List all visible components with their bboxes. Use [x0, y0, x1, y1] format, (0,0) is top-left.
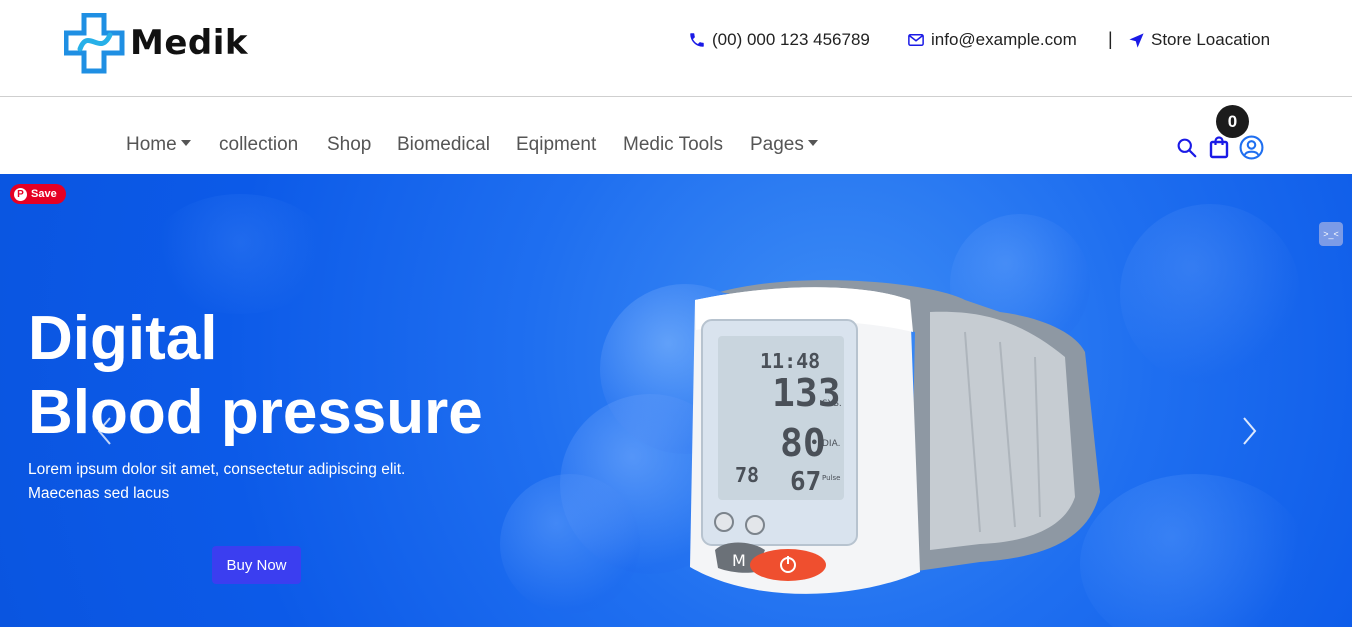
buy-now-button[interactable]: Buy Now: [212, 546, 301, 584]
chevron-down-icon: [807, 139, 818, 146]
chevron-right-icon: [1243, 417, 1257, 445]
shopping-bag-icon: [1209, 136, 1229, 159]
lcd-pulse-label: Pulse: [822, 474, 840, 482]
carousel-next-button[interactable]: [1242, 416, 1258, 451]
nav-pages-label: Pages: [750, 134, 804, 155]
header-phone[interactable]: (00) 000 123 456789: [688, 28, 870, 52]
phone-icon: [690, 33, 704, 47]
mode-button-label: M: [732, 551, 746, 570]
nav-biomedical[interactable]: Biomedical: [397, 134, 490, 156]
logo[interactable]: Medik: [64, 13, 264, 74]
chevron-left-icon: [97, 417, 111, 445]
search-icon: [1177, 138, 1197, 158]
lcd-dia-label: DIA.: [822, 439, 840, 449]
top-header: Medik (00) 000 123 456789 info@example.c…: [0, 0, 1352, 97]
blood-pressure-monitor-image: 11:48 133 SYS. 80 DIA. 78 67 Pulse M: [690, 280, 1100, 594]
lcd-memory: 78: [735, 463, 759, 487]
background-cell: [150, 194, 330, 314]
header-email[interactable]: info@example.com: [907, 28, 1077, 52]
nav-equipment[interactable]: Eqipment: [516, 134, 596, 156]
lcd-dia: 80: [780, 421, 826, 465]
cart-button[interactable]: [1209, 135, 1229, 164]
nav-medic-tools[interactable]: Medic Tools: [623, 134, 723, 156]
pinterest-save-button[interactable]: P Save: [10, 184, 66, 204]
nav-shop[interactable]: Shop: [327, 134, 371, 156]
lcd-pulse: 67: [790, 467, 821, 497]
logo-text: Medik: [130, 23, 248, 63]
medical-cross-logo-icon: [64, 13, 125, 74]
account-button[interactable]: [1239, 135, 1264, 165]
lcd-time: 11:48: [760, 349, 820, 373]
pinterest-icon: P: [14, 187, 27, 201]
lcd-sys-label: SYS.: [822, 399, 842, 409]
store-location-link: Store Loacation: [1151, 30, 1271, 49]
envelope-icon: [908, 34, 924, 46]
email-address: info@example.com: [931, 30, 1077, 49]
nav-collection[interactable]: collection: [219, 134, 298, 156]
chevron-down-icon: [180, 139, 191, 146]
search-button[interactable]: [1176, 137, 1197, 163]
pinterest-save-label: Save: [31, 188, 57, 200]
background-cell: [1120, 204, 1300, 384]
user-circle-icon: [1239, 135, 1264, 160]
cart-count-badge: 0: [1216, 105, 1249, 138]
hero-subtitle: Lorem ipsum dolor sit amet, consectetur …: [28, 461, 406, 502]
corner-widget-icon[interactable]: >_<: [1319, 222, 1343, 246]
nav-pages[interactable]: Pages: [750, 134, 818, 156]
hero-banner: P Save >_< Digital Blood pressure Lorem …: [0, 174, 1352, 627]
nav-home[interactable]: Home: [126, 134, 191, 156]
header-store-location[interactable]: Store Loacation: [1128, 28, 1270, 52]
nav-home-label: Home: [126, 134, 177, 155]
background-cell: [500, 474, 640, 614]
carousel-prev-button[interactable]: [96, 416, 112, 451]
location-arrow-icon: [1129, 32, 1144, 48]
phone-number: (00) 000 123 456789: [712, 30, 870, 49]
hero-title-line1: Digital: [28, 304, 218, 373]
header-separator: |: [1108, 29, 1113, 49]
